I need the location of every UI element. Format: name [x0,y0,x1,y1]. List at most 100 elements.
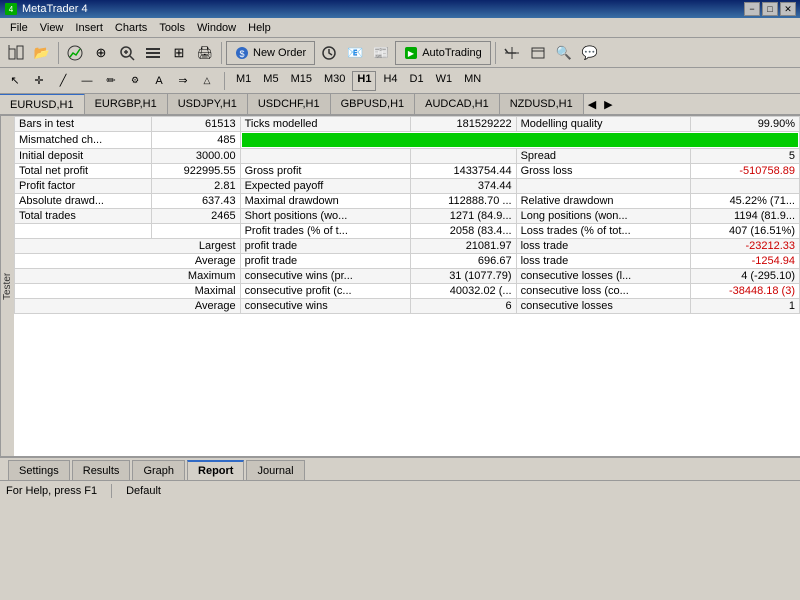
line-btn[interactable]: ╱ [52,71,74,91]
label-average: Average [15,254,241,269]
tf-m1[interactable]: M1 [231,71,256,91]
value-profit-factor: 2.81 [151,179,240,194]
tf-h1[interactable]: H1 [352,71,376,91]
menu-window[interactable]: Window [191,20,242,36]
report-area: Bars in test 61513 Ticks modelled 181529… [14,116,800,456]
value-modelling-quality: 99.90% [690,117,799,132]
chart-tab-0[interactable]: EURUSD,H1 [0,94,85,115]
minimize-button[interactable]: − [744,2,760,16]
shapes-btn[interactable]: △ [196,71,218,91]
table-row: Average profit trade 696.67 loss trade -… [15,254,800,269]
window-controls[interactable]: − □ ✕ [744,2,796,16]
label-avg-loss: loss trade [516,254,690,269]
new-order-button[interactable]: $ New Order [226,41,315,65]
menu-tools[interactable]: Tools [153,20,191,36]
print-btn[interactable]: 🖨 [193,41,217,65]
menu-insert[interactable]: Insert [69,20,109,36]
menu-help[interactable]: Help [242,20,277,36]
value-empty2 [690,179,799,194]
open-btn[interactable]: 📂 [30,41,54,65]
svg-text:4: 4 [9,5,14,14]
tf-h4[interactable]: H4 [378,71,402,91]
value-empty3 [151,224,240,239]
table-row: Profit trades (% of t... 2058 (83.4... L… [15,224,800,239]
label-short-pos: Short positions (wo... [240,209,411,224]
value-total-trades: 2465 [151,209,240,224]
value-gross-profit: 1433754.44 [411,164,516,179]
hline-btn[interactable]: — [76,71,98,91]
autotrading-button[interactable]: ▶ AutoTrading [395,41,491,65]
chart-tab-4[interactable]: GBPUSD,H1 [331,94,416,115]
label-expected-payoff: Expected payoff [240,179,411,194]
tf-m5[interactable]: M5 [258,71,283,91]
label-bars-in-test: Bars in test [15,117,152,132]
label-gross-profit: Gross profit [240,164,411,179]
label-gross-loss: Gross loss [516,164,690,179]
table-row: Total trades 2465 Short positions (wo...… [15,209,800,224]
menu-charts[interactable]: Charts [109,20,153,36]
cursor-btn[interactable]: ↖ [4,71,26,91]
label-maximal: Maximal [15,284,241,299]
tf-mn[interactable]: MN [459,71,486,91]
menu-view[interactable]: View [34,20,70,36]
tester-panel[interactable]: Tester [0,116,14,456]
chart-tab-3[interactable]: USDCHF,H1 [248,94,331,115]
tf-d1[interactable]: D1 [405,71,429,91]
text-btn[interactable]: A [148,71,170,91]
value-max-consec-wins: 31 (1077.79) [411,269,516,284]
chart-tab-more2[interactable]: ▶ [600,96,616,113]
chart-tab-6[interactable]: NZDUSD,H1 [500,94,584,115]
label-largest: Largest [15,239,241,254]
news-btn[interactable]: 📰 [369,41,393,65]
value-largest-loss: -23212.33 [690,239,799,254]
label-maximum: Maximum [15,269,241,284]
label-empty3 [15,224,152,239]
value-long-pos: 1194 (81.9... [690,209,799,224]
chat-btn[interactable]: 💬 [578,41,602,65]
tf-m30[interactable]: M30 [319,71,350,91]
search-btn[interactable]: 🔍 [552,41,576,65]
fib-btn[interactable]: ⚙ [124,71,146,91]
value-avg-consec-losses: 1 [690,299,799,314]
chart-tab-1[interactable]: EURGBP,H1 [85,94,168,115]
maximize-button[interactable]: □ [762,2,778,16]
label-max-consec-profit: consecutive profit (c... [240,284,411,299]
value-profit-trades: 2058 (83.4... [411,224,516,239]
terminal-btn[interactable] [526,41,550,65]
label-empty1 [240,149,411,164]
close-button[interactable]: ✕ [780,2,796,16]
arrow-btn[interactable]: ⇒ [172,71,194,91]
value-abs-drawdown: 637.43 [151,194,240,209]
history-btn[interactable] [317,41,341,65]
value-spread: 5 [690,149,799,164]
grid-btn[interactable]: ⊞ [167,41,191,65]
tab-report[interactable]: Report [187,460,244,480]
label-abs-drawdown: Absolute drawd... [15,194,152,209]
tab-settings[interactable]: Settings [8,460,70,480]
svg-text:▶: ▶ [408,49,415,58]
tab-journal[interactable]: Journal [246,460,304,480]
menu-file[interactable]: File [4,20,34,36]
tf-sep [224,72,225,90]
pen-btn[interactable]: ✏ [100,71,122,91]
tab-graph[interactable]: Graph [132,460,185,480]
properties-btn[interactable] [141,41,165,65]
value-avg-profit: 696.67 [411,254,516,269]
app-icon: 4 [4,2,18,16]
chart-tab-5[interactable]: AUDCAD,H1 [415,94,500,115]
crosshair2-btn[interactable]: ✛ [28,71,50,91]
zoom-in-btn[interactable] [115,41,139,65]
label-mismatched: Mismatched ch... [15,132,152,149]
chart-tab-more[interactable]: ◀ [584,96,600,113]
indicators-btn[interactable] [63,41,87,65]
label-initial-deposit: Initial deposit [15,149,152,164]
value-mismatched: 485 [151,132,240,149]
tf-w1[interactable]: W1 [431,71,458,91]
tab-results[interactable]: Results [72,460,131,480]
tf-m15[interactable]: M15 [286,71,317,91]
chart-tab-2[interactable]: USDJPY,H1 [168,94,248,115]
experts-btn[interactable] [500,41,524,65]
new-chart-btn[interactable] [4,41,28,65]
crosshair-btn[interactable]: ⊕ [89,41,113,65]
mail-btn[interactable]: 📧 [343,41,367,65]
